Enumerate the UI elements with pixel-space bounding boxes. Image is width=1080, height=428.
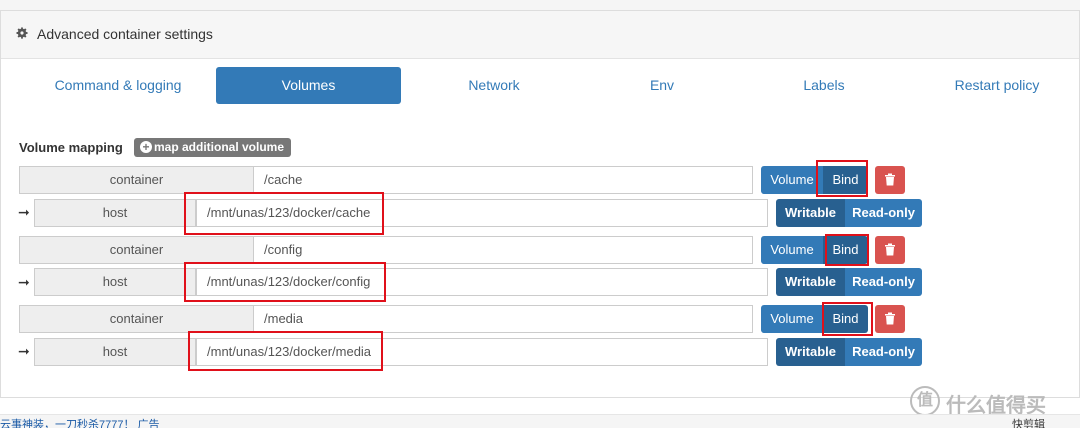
host-addon: host [34, 199, 196, 227]
container-path-input[interactable]: /media [253, 305, 753, 333]
panel-title: Advanced container settings [37, 26, 213, 42]
tab-restart-policy[interactable]: Restart policy [917, 67, 1077, 104]
remove-volume-button[interactable] [875, 166, 905, 194]
bind-button[interactable]: Bind [823, 305, 868, 333]
volume-button[interactable]: Volume [761, 166, 823, 194]
volume-button[interactable]: Volume [761, 236, 823, 264]
host-path-input[interactable]: /mnt/unas/123/docker/media [196, 338, 768, 366]
volume-mapping-label: Volume mapping [19, 140, 123, 155]
readonly-button[interactable]: Read-only [845, 199, 922, 227]
readonly-button[interactable]: Read-only [845, 338, 922, 366]
watermark: 值 什么值得买 [910, 386, 1080, 417]
map-additional-volume-label: map additional volume [154, 140, 285, 154]
arrow-right-icon: ➞ [18, 343, 30, 359]
container-path-input[interactable]: /cache [253, 166, 753, 194]
arrow-right-icon: ➞ [18, 274, 30, 290]
tab-labels[interactable]: Labels [749, 67, 899, 104]
bind-button[interactable]: Bind [823, 236, 868, 264]
trash-icon [885, 173, 895, 186]
host-addon: host [34, 268, 196, 296]
readonly-button[interactable]: Read-only [845, 268, 922, 296]
trash-icon [885, 243, 895, 256]
top-strip [0, 0, 1080, 10]
writable-button[interactable]: Writable [776, 338, 845, 366]
container-addon: container [19, 166, 254, 194]
host-addon: host [34, 338, 196, 366]
remove-volume-button[interactable] [875, 236, 905, 264]
host-path-input[interactable]: /mnt/unas/123/docker/cache [196, 199, 768, 227]
arrow-right-icon: ➞ [18, 204, 30, 220]
plus-circle-icon: + [140, 141, 152, 153]
volume-button[interactable]: Volume [761, 305, 823, 333]
bind-button[interactable]: Bind [823, 166, 868, 194]
remove-volume-button[interactable] [875, 305, 905, 333]
tab-command-logging[interactable]: Command & logging [19, 67, 217, 104]
map-additional-volume-button[interactable]: + map additional volume [134, 138, 291, 157]
writable-button[interactable]: Writable [776, 199, 845, 227]
watermark-logo-icon: 值 [910, 386, 940, 416]
trash-icon [885, 312, 895, 325]
host-path-input[interactable]: /mnt/unas/123/docker/config [196, 268, 768, 296]
tab-network[interactable]: Network [419, 67, 569, 104]
tab-volumes[interactable]: Volumes [216, 67, 401, 104]
writable-button[interactable]: Writable [776, 268, 845, 296]
container-addon: container [19, 305, 254, 333]
container-addon: container [19, 236, 254, 264]
ad-text[interactable]: 云事神装，一刀秒杀7777！ 广告 [0, 416, 160, 428]
gear-icon [16, 27, 28, 39]
container-path-input[interactable]: /config [253, 236, 753, 264]
quick-edit-label[interactable]: 快剪辑 [1012, 416, 1045, 428]
panel-header: Advanced container settings [1, 11, 1079, 59]
bottom-bar: 云事神装，一刀秒杀7777！ 广告 快剪辑 [0, 414, 1080, 428]
tab-env[interactable]: Env [587, 67, 737, 104]
